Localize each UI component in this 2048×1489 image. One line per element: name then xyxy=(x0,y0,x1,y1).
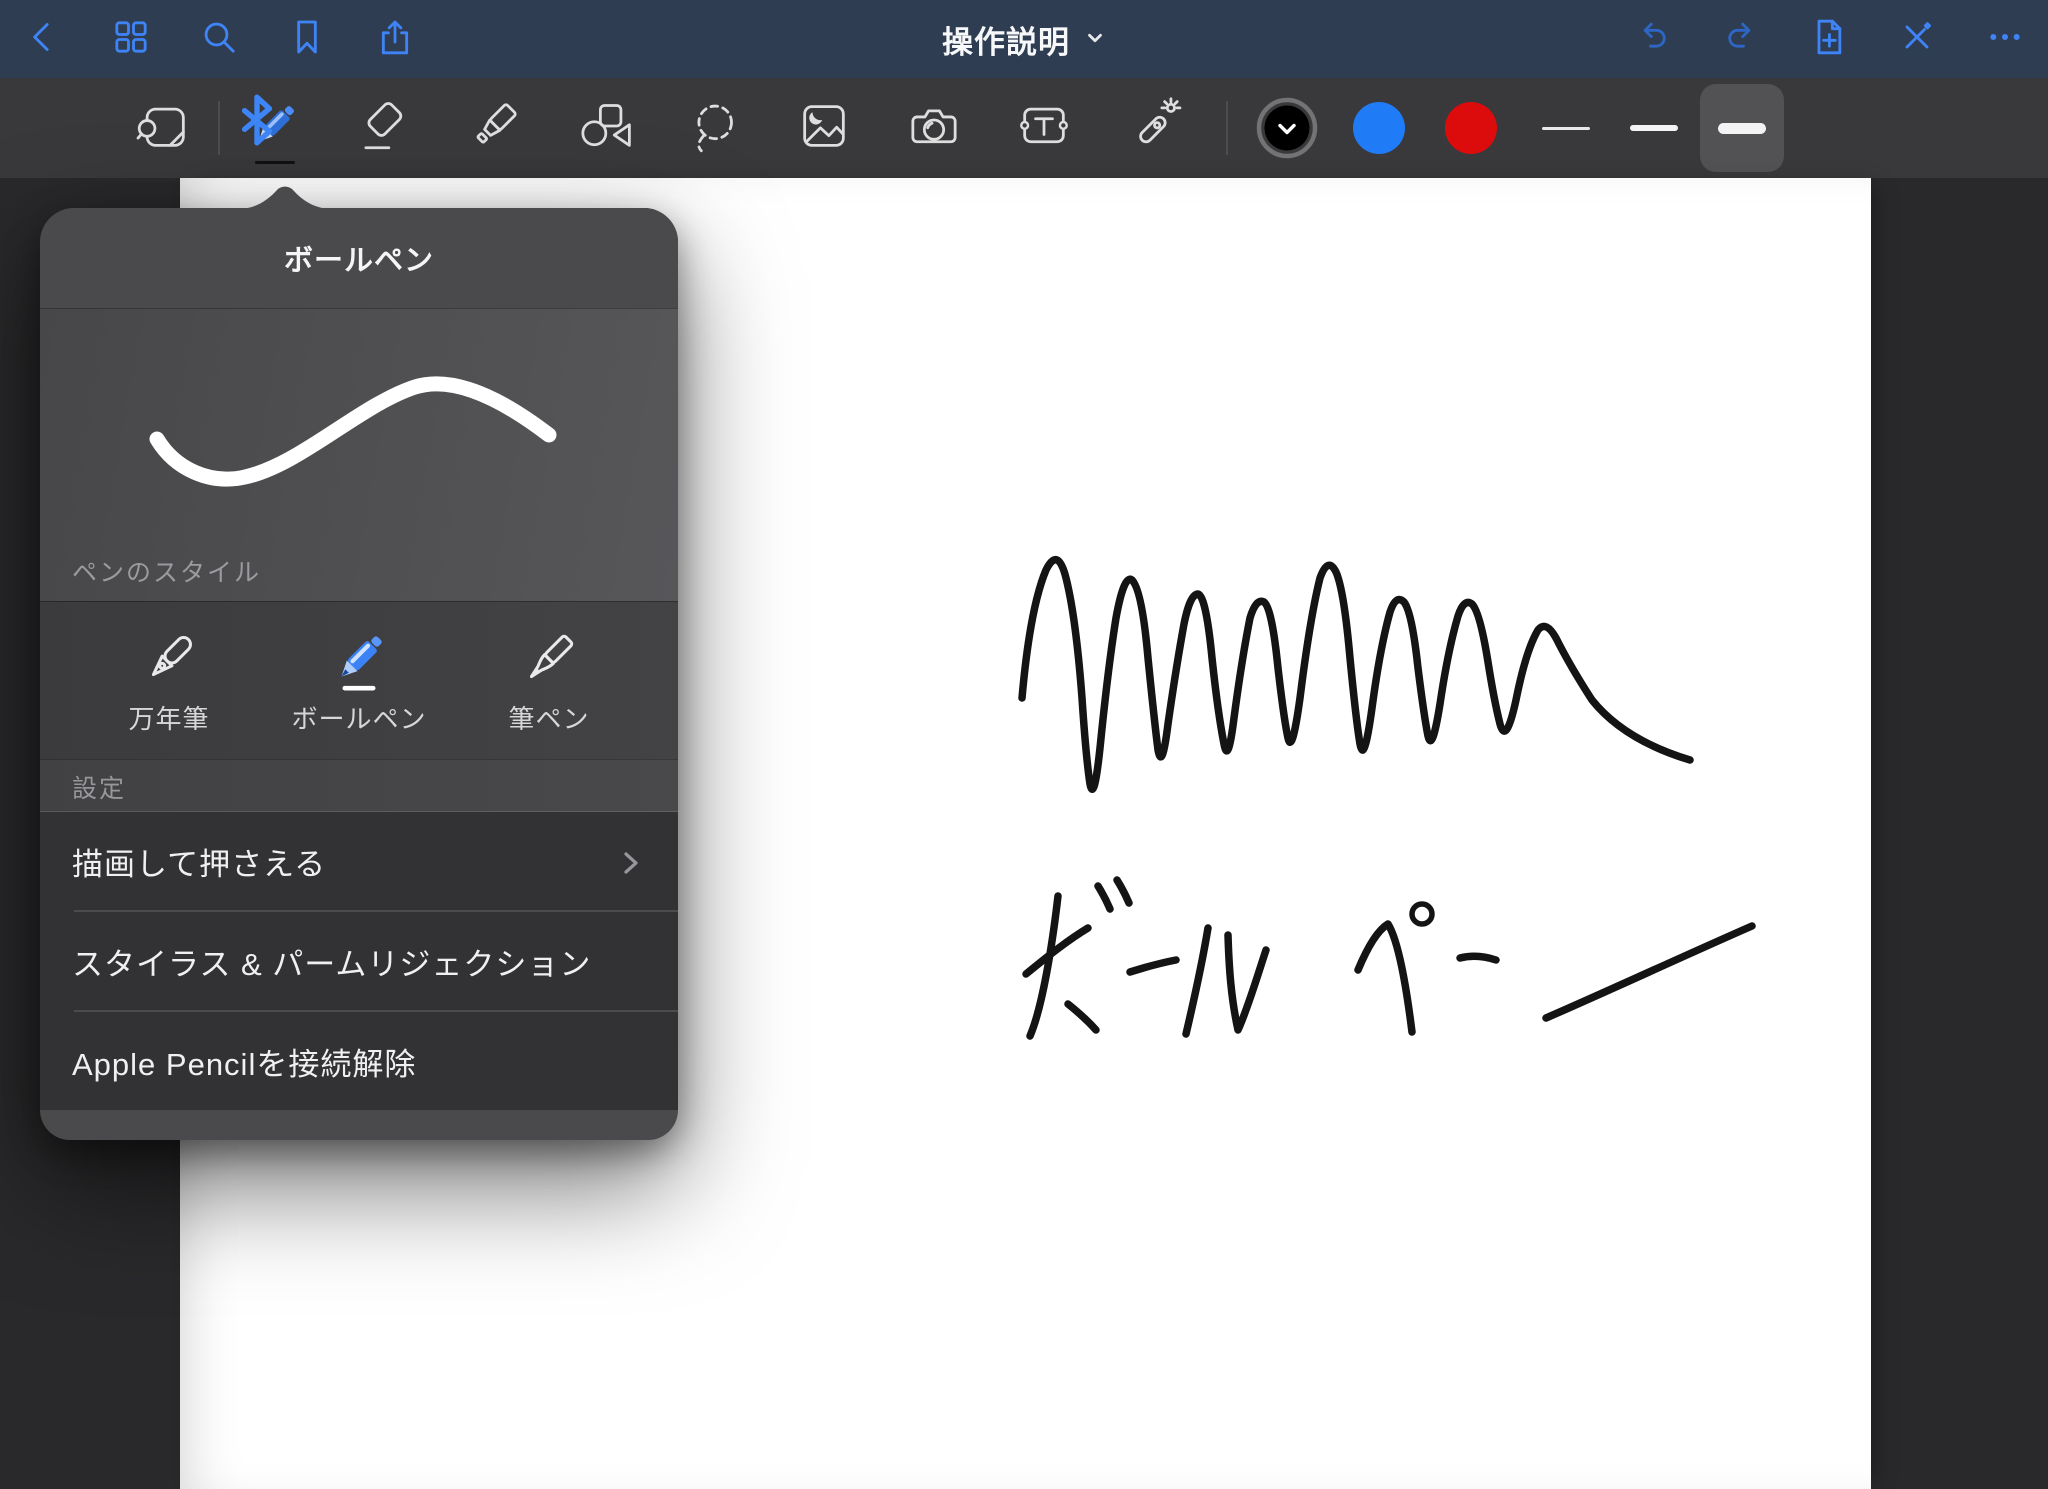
eraser-icon xyxy=(355,97,413,160)
undo-button[interactable] xyxy=(1631,11,1675,67)
chevron-down-icon xyxy=(1084,21,1106,57)
bookmark-icon xyxy=(287,17,327,62)
nav-right-group xyxy=(1631,0,2027,78)
selected-pen-underline xyxy=(343,685,376,690)
thickness-medium-button[interactable] xyxy=(1612,84,1696,172)
camera-icon xyxy=(905,97,963,160)
pen-style-selector: 万年筆 ボールペン xyxy=(40,601,678,759)
image-icon xyxy=(795,97,853,160)
settings-section-label: 設定 xyxy=(72,769,126,805)
thin-line xyxy=(1542,127,1590,130)
ballpoint-pen-icon xyxy=(326,626,392,697)
insert-image-tool[interactable] xyxy=(794,78,854,178)
popover-title: ボールペン xyxy=(284,237,434,279)
zoom-window-tool[interactable] xyxy=(134,78,194,178)
search-button[interactable] xyxy=(197,11,241,67)
pen-style-brush[interactable]: 筆ペン xyxy=(476,602,622,759)
setting-label: スタイラス & パームリジェクション xyxy=(72,939,591,984)
pen-style-section-label: ペンのスタイル xyxy=(72,553,261,589)
popover-arrow xyxy=(237,185,333,209)
popover-footer xyxy=(40,1110,678,1140)
share-button[interactable] xyxy=(373,11,417,67)
pen-style-ballpoint[interactable]: ボールペン xyxy=(286,602,432,759)
search-icon xyxy=(199,17,239,62)
setting-row-draw-and-hold[interactable]: 描画して押さえる xyxy=(40,812,678,910)
shapes-tool[interactable] xyxy=(574,78,634,178)
chevron-right-icon xyxy=(618,848,644,874)
color-swatch-blue[interactable] xyxy=(1350,78,1408,178)
fountain-pen-icon xyxy=(136,626,202,697)
more-icon xyxy=(1985,17,2025,62)
thick-line xyxy=(1718,123,1766,134)
share-icon xyxy=(375,17,415,62)
settings-section-header: 設定 xyxy=(40,759,678,812)
undo-icon xyxy=(1633,17,1673,62)
redo-button[interactable] xyxy=(1719,11,1763,67)
pen-disabled-icon xyxy=(1897,17,1937,62)
pen-style-label: 万年筆 xyxy=(128,699,209,736)
back-button[interactable] xyxy=(21,11,65,67)
setting-row-stylus-palm-rejection[interactable]: スタイラス & パームリジェクション xyxy=(40,912,678,1010)
lasso-tool[interactable] xyxy=(684,78,744,178)
shapes-icon xyxy=(575,97,633,160)
thickness-thin-button[interactable] xyxy=(1524,84,1608,172)
black-swatch-fill xyxy=(1265,106,1310,151)
bookmark-button[interactable] xyxy=(285,11,329,67)
toolbar-divider xyxy=(218,101,220,155)
bluetooth-icon xyxy=(228,91,252,117)
documents-grid-button[interactable] xyxy=(109,11,153,67)
text-box-icon xyxy=(1015,97,1073,160)
back-icon xyxy=(23,17,63,62)
nav-left-group xyxy=(21,0,417,78)
pen-settings-popover: ボールペン ペンのスタイル 万年筆 xyxy=(40,208,678,1140)
setting-label: Apple Pencilを接続解除 xyxy=(72,1039,416,1084)
document-title-menu[interactable]: 操作説明 xyxy=(942,0,1106,78)
more-button[interactable] xyxy=(1983,11,2027,67)
medium-line xyxy=(1630,125,1678,131)
text-tool[interactable] xyxy=(1014,78,1074,178)
zoom-window-icon xyxy=(135,97,193,160)
pen-style-label: 筆ペン xyxy=(508,699,589,736)
highlighter-icon xyxy=(465,97,523,160)
settings-rows: 描画して押さえる スタイラス & パームリジェクション Apple Pencil… xyxy=(40,812,678,1110)
laser-pointer-tool[interactable] xyxy=(1124,78,1184,178)
eraser-tool[interactable] xyxy=(354,78,414,178)
app-window: 操作説明 xyxy=(0,0,2048,1489)
popover-header: ボールペン xyxy=(40,208,678,308)
grid-icon xyxy=(111,17,151,62)
laser-pointer-icon xyxy=(1125,97,1183,160)
pen-selected-underline xyxy=(255,161,295,164)
drawing-toolbar xyxy=(0,78,2048,178)
pen-style-label: ボールペン xyxy=(291,699,426,736)
color-swatch-red[interactable] xyxy=(1442,78,1500,178)
redo-icon xyxy=(1721,17,1761,62)
thickness-thick-button[interactable] xyxy=(1700,84,1784,172)
toolbar-divider xyxy=(1226,101,1228,155)
camera-tool[interactable] xyxy=(904,78,964,178)
add-page-icon xyxy=(1809,17,1849,62)
brush-pen-icon xyxy=(516,626,582,697)
setting-row-disconnect-apple-pencil[interactable]: Apple Pencilを接続解除 xyxy=(40,1012,678,1110)
read-only-toggle-button[interactable] xyxy=(1895,11,1939,67)
pen-style-fountain[interactable]: 万年筆 xyxy=(96,602,242,759)
lasso-icon xyxy=(685,97,743,160)
top-nav-bar: 操作説明 xyxy=(0,0,2048,78)
stroke-preview-panel: ペンのスタイル xyxy=(40,308,678,601)
highlighter-tool[interactable] xyxy=(464,78,524,178)
pen-tool[interactable] xyxy=(244,78,304,178)
setting-label: 描画して押さえる xyxy=(72,839,326,884)
color-swatch-black[interactable] xyxy=(1258,78,1316,178)
page-title: 操作説明 xyxy=(942,17,1070,62)
add-page-button[interactable] xyxy=(1807,11,1851,67)
